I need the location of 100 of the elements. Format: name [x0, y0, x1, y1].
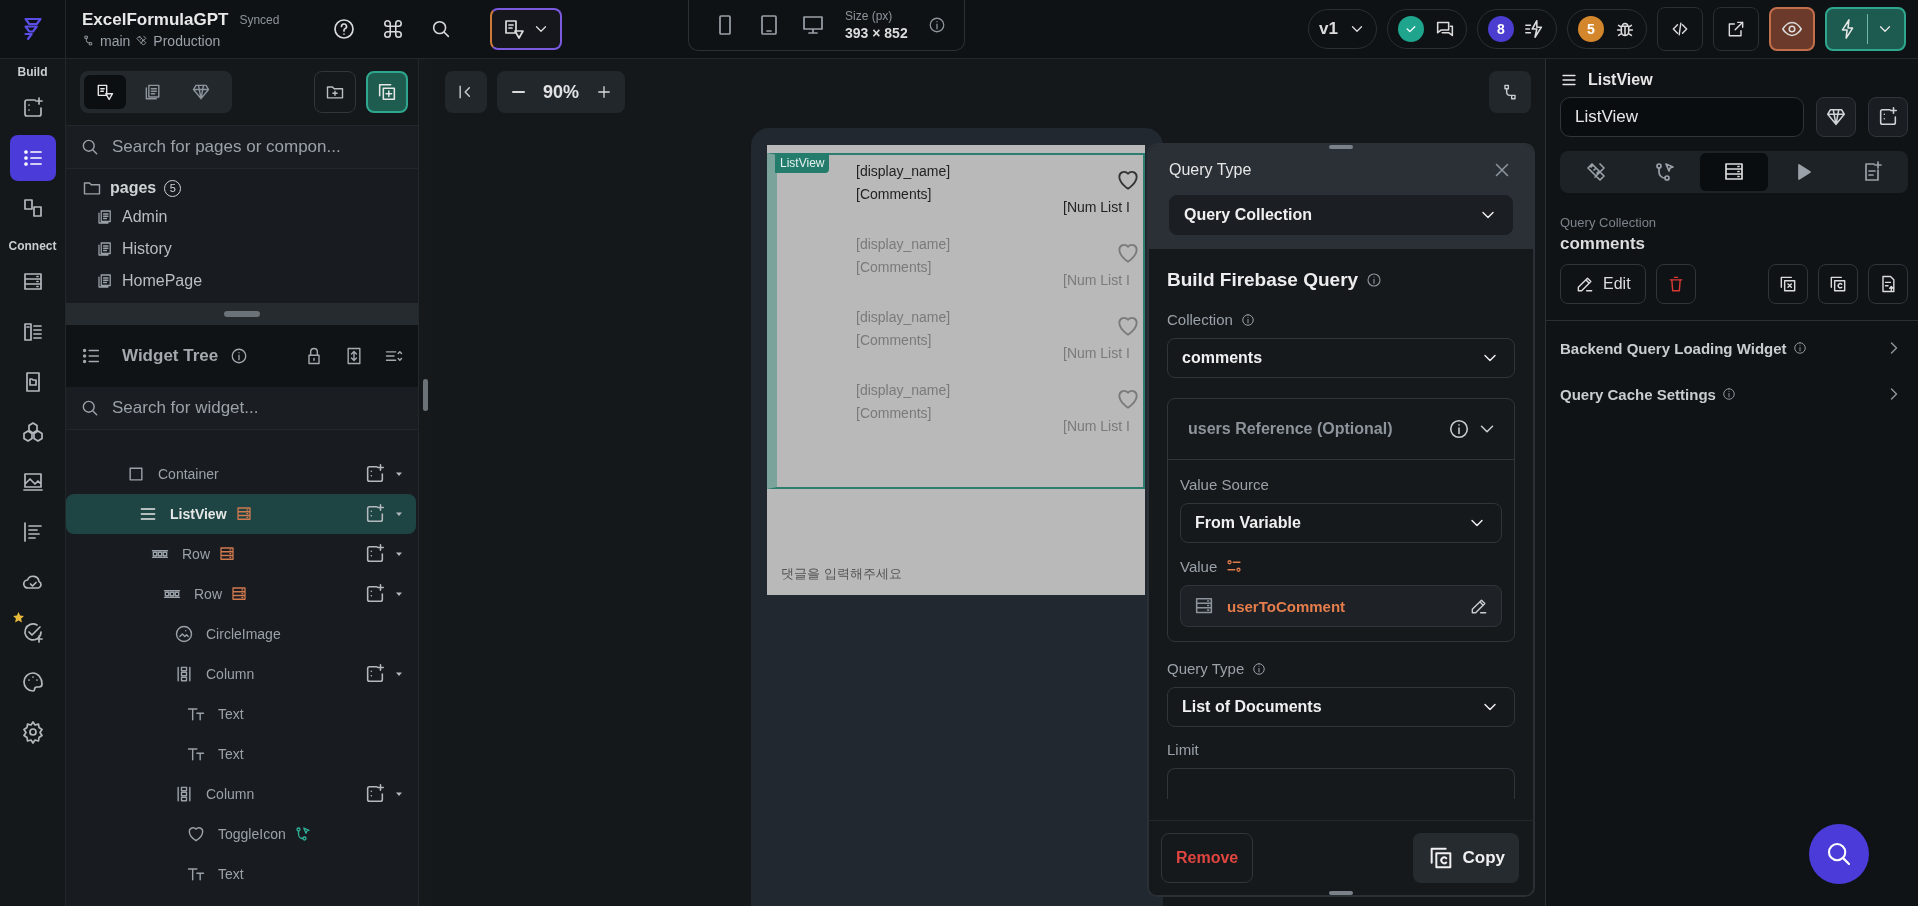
hexagons-icon: [20, 420, 45, 444]
branch-name[interactable]: main: [100, 32, 131, 49]
copy-button[interactable]: Copy: [1412, 833, 1519, 883]
pages-search-field[interactable]: Search for pages or compon...: [110, 136, 404, 158]
info-icon[interactable]: [927, 16, 946, 34]
collapse-panel-button[interactable]: [445, 71, 487, 113]
query-label: Query Collection: [1560, 215, 1658, 230]
zoom-level: 90%: [543, 81, 580, 103]
tree-node[interactable]: Column: [66, 774, 416, 814]
info-icon[interactable]: [1721, 387, 1736, 401]
comment-input-placeholder[interactable]: 댓글을 입력해주세요: [781, 565, 1145, 583]
info-icon[interactable]: [1240, 312, 1255, 327]
copy-icon: [1778, 274, 1798, 294]
column-icon: [174, 784, 194, 804]
tree-node[interactable]: Container: [66, 454, 416, 494]
rail-section-title: Build: [17, 65, 48, 79]
tree-node[interactable]: Row: [66, 574, 416, 614]
pages-icon: [143, 82, 163, 102]
count-text: [Num List I: [1063, 199, 1130, 215]
display-name-text: [display_name]: [856, 309, 951, 325]
desktop-icon[interactable]: [801, 13, 825, 37]
page-item[interactable]: History: [122, 240, 172, 258]
tree-node[interactable]: Text: [66, 694, 416, 734]
tree-node[interactable]: Text: [66, 734, 416, 774]
add-page-button[interactable]: [366, 71, 408, 113]
upload-button[interactable]: [1868, 264, 1908, 304]
gem-button[interactable]: [1816, 97, 1856, 137]
info-icon[interactable]: [230, 347, 249, 365]
info-icon[interactable]: [1252, 661, 1267, 676]
column-icon: [174, 664, 194, 684]
reference-header[interactable]: users Reference (Optional): [1168, 399, 1514, 460]
resize-handle[interactable]: [224, 311, 260, 317]
tree-node[interactable]: Column: [66, 654, 416, 694]
section-title[interactable]: Backend Query Loading Widget: [1560, 339, 1787, 357]
widget-name-field[interactable]: ListView: [1560, 97, 1804, 137]
add-folder-button[interactable]: [314, 71, 356, 113]
widget-search-field[interactable]: Search for widget...: [110, 397, 404, 419]
copy-button[interactable]: [1768, 264, 1808, 304]
search-icon: [80, 398, 100, 418]
code-button[interactable]: [1657, 7, 1703, 51]
star-icon: [11, 611, 25, 624]
limit-field[interactable]: [1167, 768, 1515, 799]
info-icon[interactable]: [1366, 272, 1383, 288]
search-icon[interactable]: [430, 18, 452, 40]
value-source-dropdown[interactable]: From Variable: [1180, 503, 1502, 543]
add-widget-button[interactable]: [1868, 97, 1908, 137]
palette-icon: [20, 670, 45, 694]
expand-icon[interactable]: [344, 346, 364, 366]
tree-node[interactable]: CircleImage: [66, 614, 416, 654]
page-item[interactable]: Admin: [122, 208, 168, 226]
comment-text: [Comments]: [856, 186, 933, 202]
page-icon: [96, 208, 114, 226]
listview-tag: ListView: [775, 153, 830, 173]
variable-icon[interactable]: [1225, 557, 1244, 575]
tree-node[interactable]: Text: [66, 854, 416, 894]
builder-dropdown-button[interactable]: [490, 8, 562, 50]
pages-folder-label[interactable]: pages: [110, 179, 157, 197]
page-gem-icon: [502, 17, 526, 41]
display-name-text: [display_name]: [856, 236, 951, 252]
command-icon[interactable]: [382, 18, 404, 40]
info-icon[interactable]: [1792, 341, 1807, 355]
preview-button[interactable]: [1769, 7, 1815, 51]
tree-node[interactable]: ToggleIcon: [66, 814, 416, 854]
variable-field[interactable]: userToComment: [1180, 585, 1502, 627]
tree-node[interactable]: ListView: [66, 494, 416, 534]
comment-text: [Comments]: [856, 405, 933, 421]
tree-view-button[interactable]: [1489, 71, 1531, 113]
edit-button[interactable]: Edit: [1560, 264, 1646, 304]
remove-button[interactable]: Remove: [1161, 833, 1254, 883]
query-type-dropdown[interactable]: Query Collection: [1169, 195, 1513, 235]
resize-handle[interactable]: [422, 379, 428, 411]
result-type-dropdown[interactable]: List of Documents: [1167, 687, 1515, 727]
backend-query-tab[interactable]: [1699, 153, 1769, 191]
run-button[interactable]: [1825, 7, 1906, 51]
branch-icon: [82, 34, 95, 47]
widget-title: ListView: [1588, 71, 1653, 89]
section-title: Build Firebase Query: [1167, 269, 1359, 291]
field-label: Limit: [1167, 741, 1200, 758]
image-icon: [174, 624, 194, 644]
display-name-text: [display_name]: [856, 382, 951, 398]
add-widget-icon: [364, 583, 386, 605]
open-external-button[interactable]: [1713, 7, 1759, 51]
delete-button[interactable]: [1655, 264, 1696, 304]
settings-icon: [20, 720, 45, 744]
query-collection-name: comments: [1560, 234, 1647, 254]
collection-dropdown[interactable]: comments: [1167, 338, 1515, 378]
add-widget-icon: [364, 543, 386, 565]
tree-node[interactable]: Row: [66, 534, 416, 574]
size-label: Size (px): [845, 9, 894, 23]
external-icon: [1726, 19, 1746, 39]
tree-nav-button[interactable]: [9, 135, 56, 181]
page-icon: [96, 272, 114, 290]
environment-name[interactable]: Production: [153, 32, 221, 49]
widget-tree-title: Widget Tree: [122, 346, 219, 366]
pages-theme-tab[interactable]: [84, 75, 126, 109]
section-title[interactable]: Query Cache Settings: [1560, 385, 1716, 403]
page-item[interactable]: HomePage: [122, 272, 203, 290]
help-icon[interactable]: [332, 17, 356, 41]
copy-plus-icon: [376, 81, 398, 103]
copy-button[interactable]: [1818, 264, 1858, 304]
